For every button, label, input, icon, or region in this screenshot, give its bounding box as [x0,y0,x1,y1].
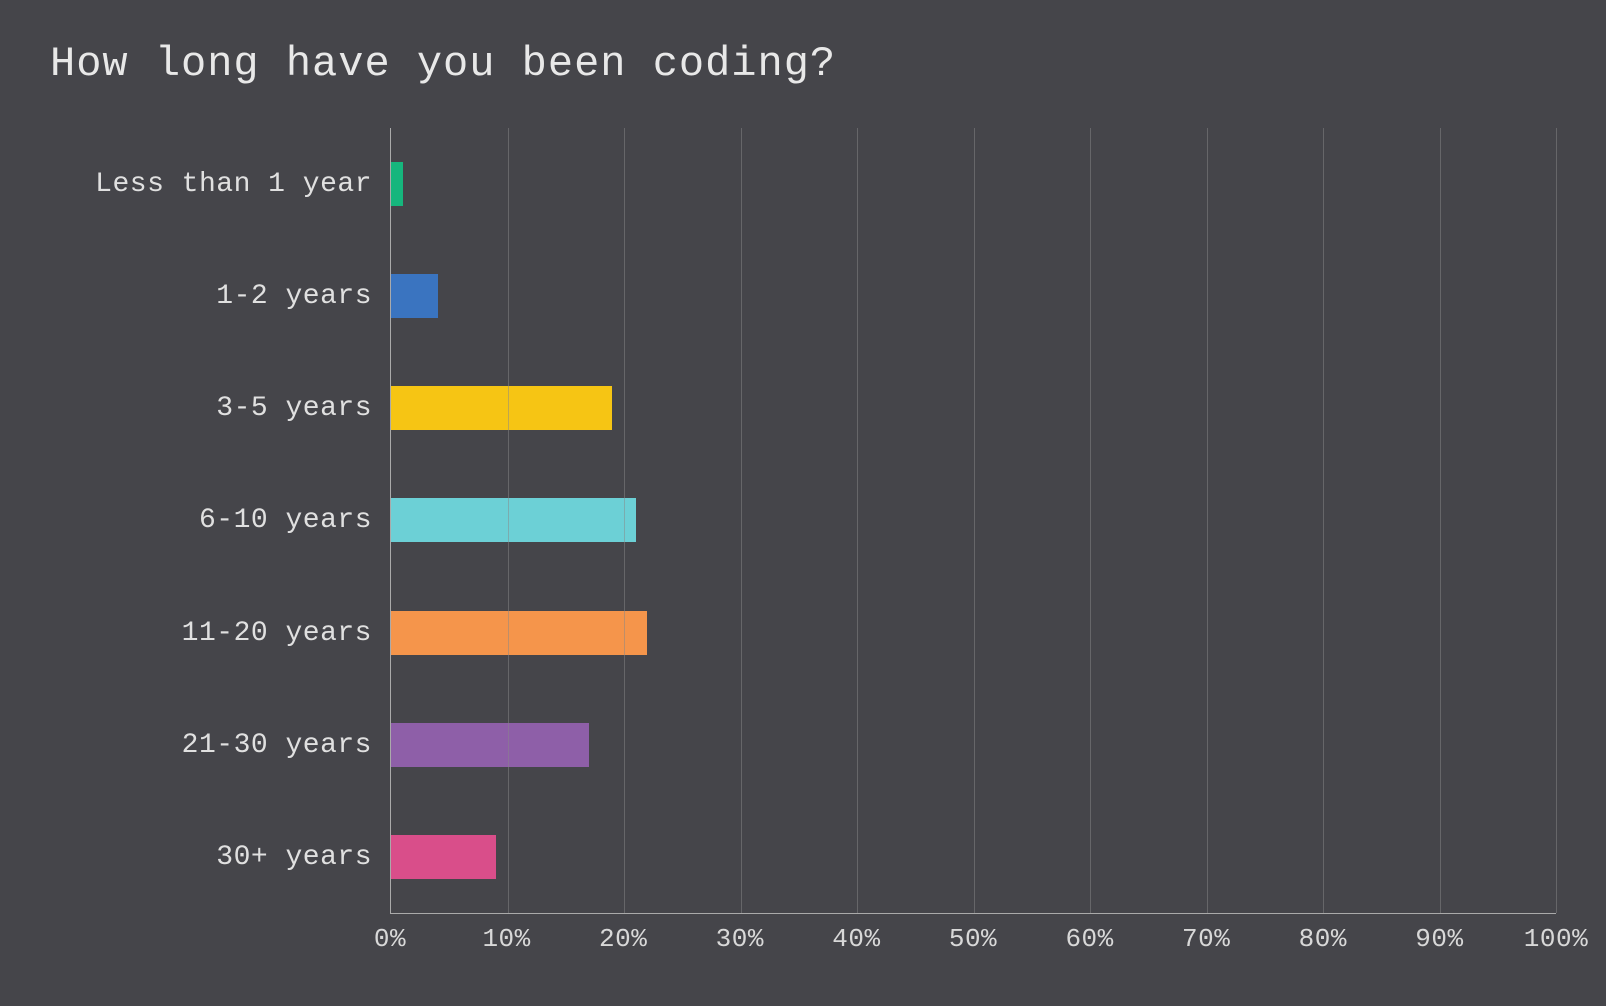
x-axis-tick-label: 20% [599,924,647,954]
x-axis-ticks: 0%10%20%30%40%50%60%70%80%90%100% [390,924,1556,956]
gridline [741,128,742,913]
gridline [1323,128,1324,913]
x-axis-tick-label: 90% [1415,924,1463,954]
gridline [1556,128,1557,913]
y-axis-label: 6-10 years [199,505,372,536]
gridline [1440,128,1441,913]
chart-title: How long have you been coding? [50,40,1556,88]
bar [391,386,612,430]
x-axis-tick-label: 60% [1065,924,1113,954]
gridline [508,128,509,913]
x-axis-tick-label: 40% [832,924,880,954]
bar [391,498,636,542]
y-axis-label: 21-30 years [182,730,372,761]
x-axis-tick-label: 80% [1299,924,1347,954]
y-axis-label: 30+ years [216,842,372,873]
bar [391,835,496,879]
plot-area: Less than 1 year 1-2 years 3-5 years 6-10 y… [50,128,1556,914]
x-axis-tick-label: 50% [949,924,997,954]
x-axis: 0%10%20%30%40%50%60%70%80%90%100% [50,924,1556,956]
gridline [624,128,625,913]
gridline [1090,128,1091,913]
chart-wrap: Less than 1 year 1-2 years 3-5 years 6-10 y… [50,128,1556,956]
chart-container: How long have you been coding? Less than… [0,0,1606,1006]
x-axis-tick-label: 100% [1524,924,1588,954]
y-axis-label: Less than 1 year [95,169,372,200]
x-axis-tick-label: 0% [374,924,406,954]
bar [391,274,438,318]
x-axis-tick-label: 10% [482,924,530,954]
y-axis-label: 1-2 years [216,281,372,312]
x-axis-tick-label: 70% [1182,924,1230,954]
gridline [857,128,858,913]
y-axis-label: 11-20 years [182,618,372,649]
gridline [974,128,975,913]
gridline [1207,128,1208,913]
x-axis-tick-label: 30% [716,924,764,954]
bar [391,162,403,206]
bar [391,723,589,767]
y-axis-labels: Less than 1 year 1-2 years 3-5 years 6-10 y… [50,128,390,914]
bar [391,611,647,655]
bars-area [390,128,1556,914]
y-axis-label: 3-5 years [216,393,372,424]
